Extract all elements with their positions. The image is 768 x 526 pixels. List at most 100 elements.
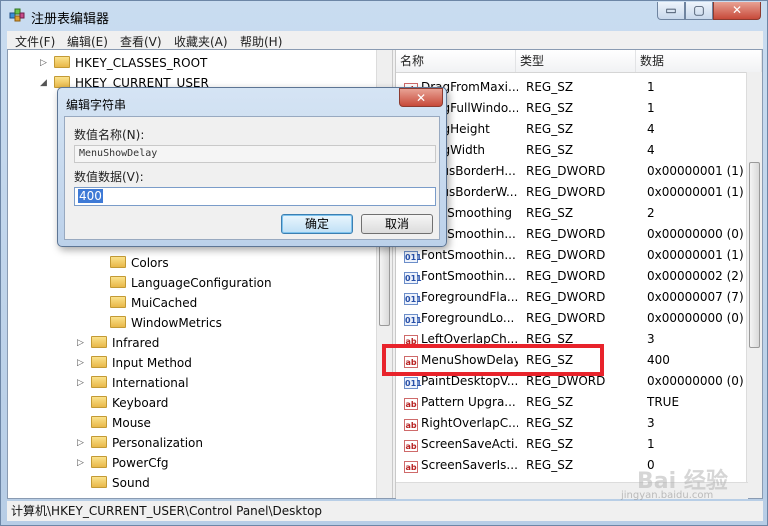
value-name-cell: 011FontSmoothin... — [404, 245, 518, 266]
title-bar[interactable]: 注册表编辑器 ▭ ▢ ✕ — [1, 1, 767, 31]
value-data-cell: 0x00000007 (7) — [647, 290, 744, 304]
value-list[interactable]: 名称 类型 数据 abDragFromMaxi...REG_SZ1abDragF… — [396, 50, 762, 498]
value-data-cell: TRUE — [647, 395, 680, 409]
expand-arrow-icon[interactable]: ▷ — [77, 373, 84, 393]
regedit-app-icon — [9, 8, 25, 22]
tree-item-hkcr[interactable]: ▷ HKEY_CLASSES_ROOT — [40, 53, 207, 73]
menu-view[interactable]: 查看(V) — [120, 33, 162, 50]
tree-item-languageconfiguration[interactable]: LanguageConfiguration — [110, 273, 272, 293]
tree-item-label: Colors — [131, 256, 169, 270]
column-header-name[interactable]: 名称 — [396, 50, 516, 72]
value-type-cell: REG_SZ — [526, 80, 574, 94]
tree-item-personalization[interactable]: ▷ Personalization — [77, 433, 203, 453]
close-button[interactable]: ✕ — [713, 2, 761, 20]
expand-arrow-icon[interactable]: ▷ — [40, 53, 47, 73]
table-row[interactable]: 011FontSmoothin...REG_DWORD0x00000000 (0… — [396, 224, 746, 245]
table-row[interactable]: ab ScreenSaveActi... REG_SZ 1 — [396, 434, 746, 455]
tree-item-colors[interactable]: Colors — [110, 253, 169, 273]
dialog-close-button[interactable]: ✕ — [399, 88, 443, 107]
table-row[interactable]: ab Pattern Upgra... REG_SZ TRUE — [396, 392, 746, 413]
value-name: Pattern Upgra... — [421, 395, 516, 409]
menu-bar: 文件(F) 编辑(E) 查看(V) 收藏夹(A) 帮助(H) — [7, 31, 763, 49]
menu-favorites[interactable]: 收藏夹(A) — [174, 33, 228, 50]
value-name-cell: ab Pattern Upgra... — [404, 392, 518, 413]
tree-item-international[interactable]: ▷ International — [77, 373, 189, 393]
tree-item-label: Sound — [112, 476, 150, 490]
cancel-button[interactable]: 取消 — [361, 214, 433, 234]
minimize-button[interactable]: ▭ — [657, 2, 685, 20]
baidu-watermark: Bai 经验 jingyan.baidu.com — [597, 463, 757, 503]
value-name-field: MenuShowDelay — [74, 145, 436, 163]
value-type-cell: REG_SZ — [526, 416, 574, 430]
menu-file[interactable]: 文件(F) — [15, 33, 55, 50]
tree-item-label: WindowMetrics — [131, 316, 222, 330]
tree-item-label: LanguageConfiguration — [131, 276, 272, 290]
collapse-arrow-icon[interactable]: ◢ — [40, 73, 47, 93]
table-row[interactable]: 011FontSmoothin... REG_DWORD 0x00000001 (1… — [396, 245, 746, 266]
regedit-window: 注册表编辑器 ▭ ▢ ✕ 文件(F) 编辑(E) 查看(V) 收藏夹(A) 帮助… — [0, 0, 768, 526]
table-row[interactable]: ab RightOverlapC... REG_SZ 3 — [396, 413, 746, 434]
value-type-cell: REG_DWORD — [526, 269, 606, 283]
value-type-cell: REG_SZ — [526, 122, 574, 136]
folder-icon — [91, 456, 107, 468]
column-header-data[interactable]: 数据 — [636, 50, 762, 72]
tree-item-input-method[interactable]: ▷ Input Method — [77, 353, 192, 373]
table-row[interactable]: abDragWidthREG_SZ4 — [396, 140, 746, 161]
maximize-button[interactable]: ▢ — [685, 2, 713, 20]
list-scrollbar-thumb[interactable] — [749, 162, 760, 348]
value-name: FontSmoothin... — [421, 269, 516, 283]
value-name-cell: ab ScreenSaveActi... — [404, 434, 518, 455]
table-row[interactable]: 011ForegroundFla... REG_DWORD 0x00000007 (… — [396, 287, 746, 308]
expand-arrow-icon[interactable]: ▷ — [77, 333, 84, 353]
folder-icon — [110, 256, 126, 268]
tree-item-mouse[interactable]: Mouse — [91, 413, 151, 433]
folder-icon — [110, 316, 126, 328]
folder-icon — [54, 56, 70, 68]
string-value-icon: ab — [404, 398, 418, 410]
tree-item-label: Input Method — [112, 356, 192, 370]
folder-icon — [110, 296, 126, 308]
value-type-cell: REG_SZ — [526, 206, 574, 220]
binary-value-icon: 011 — [404, 272, 422, 284]
ok-button[interactable]: 确定 — [281, 214, 353, 234]
tree-item-label: MuiCached — [131, 296, 198, 310]
edit-string-dialog: 编辑字符串 ✕ 数值名称(N): MenuShowDelay 数值数据(V): … — [57, 87, 447, 247]
table-row[interactable]: 011FocusBorderW...REG_DWORD0x00000001 (1… — [396, 182, 746, 203]
tree-item-windowmetrics[interactable]: WindowMetrics — [110, 313, 222, 333]
value-name-cell: 011ForegroundFla... — [404, 287, 518, 308]
tree-item-infrared[interactable]: ▷ Infrared — [77, 333, 160, 353]
value-type-cell: REG_SZ — [526, 437, 574, 451]
value-data-text: 400 — [78, 189, 103, 203]
table-row[interactable]: abFontSmoothingREG_SZ2 — [396, 203, 746, 224]
table-row[interactable]: abDragFromMaxi...REG_SZ1 — [396, 77, 746, 98]
expand-arrow-icon[interactable]: ▷ — [77, 433, 84, 453]
binary-value-icon: 011 — [404, 251, 422, 263]
menu-edit[interactable]: 编辑(E) — [67, 33, 108, 50]
value-type-cell: REG_DWORD — [526, 164, 606, 178]
menu-help[interactable]: 帮助(H) — [240, 33, 282, 50]
expand-arrow-icon[interactable]: ▷ — [77, 353, 84, 373]
expand-arrow-icon[interactable]: ▷ — [77, 453, 84, 473]
tree-item-powercfg[interactable]: ▷ PowerCfg — [77, 453, 169, 473]
value-type-cell: REG_DWORD — [526, 227, 606, 241]
value-type-cell: REG_SZ — [526, 395, 574, 409]
tree-item-label: Infrared — [112, 336, 160, 350]
value-data-cell: 1 — [647, 80, 655, 94]
value-data-cell: 0x00000002 (2) — [647, 269, 744, 283]
tree-item-sound[interactable]: Sound — [91, 473, 150, 493]
table-row[interactable]: 011FontSmoothin... REG_DWORD 0x00000002 (2… — [396, 266, 746, 287]
list-scrollbar[interactable] — [746, 72, 762, 498]
tree-item-label: PowerCfg — [112, 456, 169, 470]
table-row[interactable]: abDragFullWindo...REG_SZ1 — [396, 98, 746, 119]
table-row[interactable]: abDragHeightREG_SZ4 — [396, 119, 746, 140]
column-header-type[interactable]: 类型 — [516, 50, 636, 72]
dialog-title: 编辑字符串 — [66, 98, 127, 112]
value-data-cell: 1 — [647, 101, 655, 115]
value-name-cell: 011ForegroundLo... — [404, 308, 518, 329]
tree-item-keyboard[interactable]: Keyboard — [91, 393, 168, 413]
tree-item-muicached[interactable]: MuiCached — [110, 293, 197, 313]
table-row[interactable]: 011ForegroundLo... REG_DWORD 0x00000000 (0… — [396, 308, 746, 329]
value-data-cell: 0x00000001 (1) — [647, 248, 744, 262]
table-row[interactable]: 011FocusBorderH...REG_DWORD0x00000001 (1… — [396, 161, 746, 182]
value-data-input[interactable]: 400 — [74, 187, 436, 206]
